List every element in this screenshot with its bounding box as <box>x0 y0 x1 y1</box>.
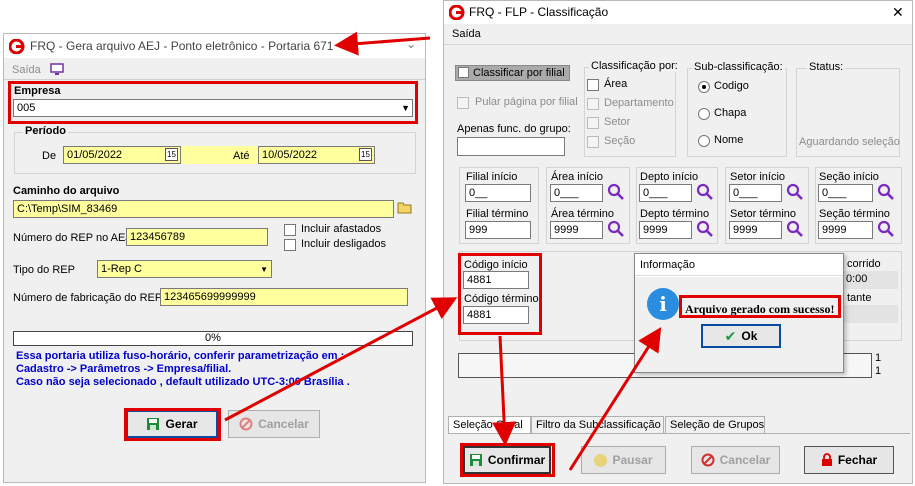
annotation-arrows <box>224 31 662 471</box>
arrow-confirmar-to-dialog <box>568 326 662 471</box>
arrow-to-title <box>334 31 431 56</box>
arrow-codigo-to-confirmar <box>492 335 517 446</box>
arrow-gerar-to-codigo <box>224 297 458 422</box>
